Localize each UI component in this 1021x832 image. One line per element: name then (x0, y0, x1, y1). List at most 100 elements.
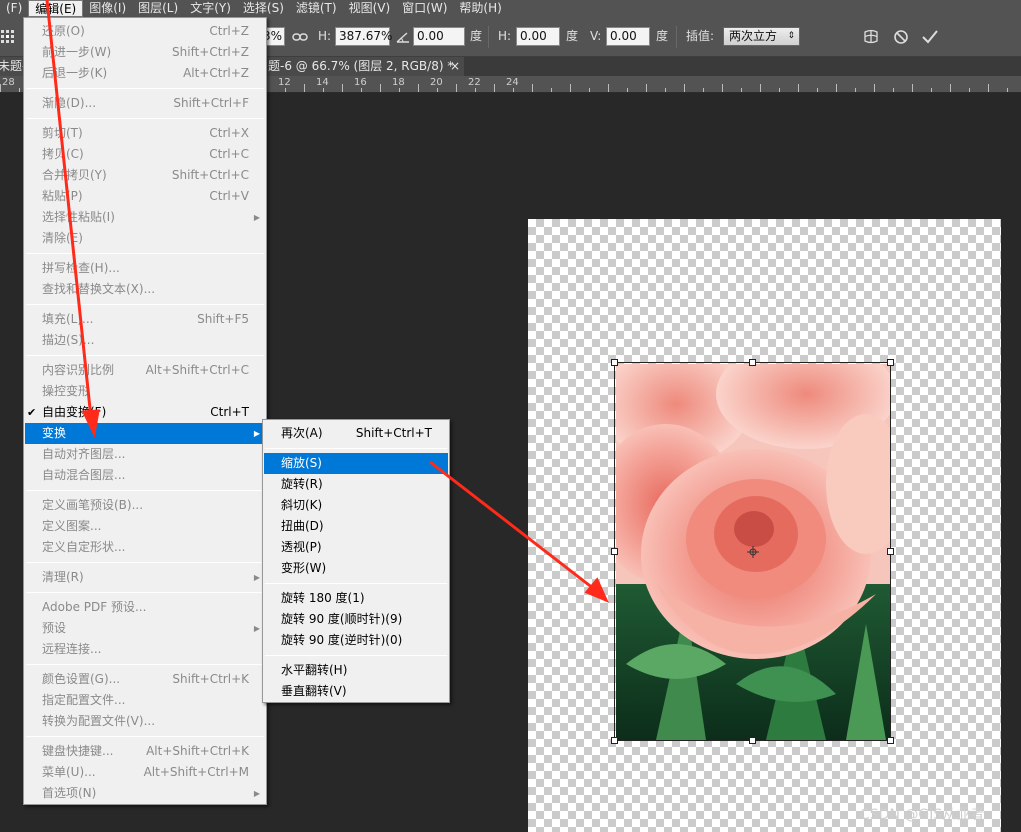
menu-item[interactable]: 旋转 90 度(顺时针)(9) (264, 609, 448, 630)
menu-5[interactable]: 选择(S) (237, 0, 290, 17)
menu-1[interactable]: 编辑(E) (28, 0, 84, 17)
menu-item[interactable]: 旋转(R) (264, 474, 448, 495)
tab-close-icon[interactable]: × (450, 57, 460, 76)
menu-bar: (F) 编辑(E) 图像(I) 图层(L) 文字(Y) 选择(S) 滤镜(T) 视图(V) 窗口… (0, 0, 1021, 17)
menu-7[interactable]: 视图(V) (343, 0, 397, 17)
tab-title: 题-6 @ 66.7% (图层 2, RGB/8) * (268, 59, 454, 73)
ruler-tick (399, 88, 400, 92)
menu-item[interactable]: 指定配置文件... (25, 690, 265, 711)
ruler-tick (19, 88, 20, 92)
menu-item[interactable]: Adobe PDF 预设... (25, 597, 265, 618)
ruler-tick (893, 88, 894, 92)
menu-6[interactable]: 滤镜(T) (290, 0, 343, 17)
cancel-icon[interactable] (893, 29, 909, 45)
chevron-updown-icon: ⇕ (787, 31, 795, 41)
transform-handle-right[interactable] (887, 548, 894, 555)
menu-item[interactable]: 首选项(N) ▶ (25, 783, 265, 804)
menu-item[interactable]: 选择性粘贴(I) ▶ (25, 207, 265, 228)
v-skew-unit: 度 (656, 29, 669, 43)
menu-item[interactable]: 描边(S)... (25, 330, 265, 351)
transform-handle-left[interactable] (611, 548, 618, 555)
menu-item[interactable]: 内容识别比例 Alt+Shift+Ctrl+C (25, 360, 265, 381)
menu-item-shortcut: Shift+Ctrl+K (172, 672, 249, 686)
menu-item[interactable]: 还原(O) Ctrl+Z (25, 21, 265, 42)
menu-9[interactable]: 帮助(H) (453, 0, 507, 17)
menu-item[interactable]: 旋转 180 度(1) (264, 588, 448, 609)
separator (488, 26, 489, 48)
menu-2[interactable]: 图像(I) (83, 0, 132, 17)
ruler-tick-label: 16 (354, 77, 367, 88)
menu-separator (26, 88, 264, 89)
menu-item[interactable]: 变换 ▶ (25, 423, 265, 444)
link-icon[interactable] (292, 30, 308, 44)
ruler-tick (285, 88, 286, 92)
menu-item[interactable]: 水平翻转(H) (264, 660, 448, 681)
h-skew-field[interactable]: 0.00 (516, 27, 560, 46)
menu-item[interactable]: 粘贴(P) Ctrl+V (25, 186, 265, 207)
transform-handle-bottom-right[interactable] (887, 737, 894, 744)
menu-item-label: 自动混合图层... (42, 468, 126, 482)
reference-point-icon[interactable] (0, 29, 16, 45)
menu-item[interactable]: 拼写检查(H)... (25, 258, 265, 279)
menu-3[interactable]: 图层(L) (132, 0, 184, 17)
menu-item[interactable]: 渐隐(D)... Shift+Ctrl+F (25, 93, 265, 114)
menu-item[interactable]: 斜切(K) (264, 495, 448, 516)
v-skew-field[interactable]: 0.00 (606, 27, 650, 46)
menu-separator (26, 118, 264, 119)
menu-8[interactable]: 窗口(W) (396, 0, 453, 17)
height-field[interactable]: 387.67% (335, 27, 392, 46)
menu-item-label: 前进一步(W) (42, 45, 112, 59)
menu-0[interactable]: (F) (0, 0, 28, 17)
transform-handle-bottom-left[interactable] (611, 737, 618, 744)
menu-item[interactable]: 缩放(S) (264, 453, 448, 474)
menu-item[interactable]: 变形(W) (264, 558, 448, 579)
angle-field[interactable]: 0.00 (413, 27, 465, 46)
menu-item[interactable]: 再次(A) Shift+Ctrl+T (264, 423, 448, 444)
menu-item-label: 远程连接... (42, 642, 102, 656)
menu-item[interactable]: 菜单(U)... Alt+Shift+Ctrl+M (25, 762, 265, 783)
menu-item[interactable]: 定义画笔预设(B)... (25, 495, 265, 516)
menu-4[interactable]: 文字(Y) (184, 0, 237, 17)
menu-item[interactable]: 自动混合图层... (25, 465, 265, 486)
menu-item[interactable]: 操控变形 (25, 381, 265, 402)
menu-item-label: 粘贴(P) (42, 189, 83, 203)
transform-center-icon[interactable] (747, 546, 759, 558)
menu-item[interactable]: 键盘快捷键... Alt+Shift+Ctrl+K (25, 741, 265, 762)
menu-item-shortcut: Ctrl+V (209, 189, 249, 203)
menu-item[interactable]: 清理(R) ▶ (25, 567, 265, 588)
menu-item[interactable]: 转换为配置文件(V)... (25, 711, 265, 732)
ruler-tick (703, 88, 704, 92)
menu-item[interactable]: 扭曲(D) (264, 516, 448, 537)
menu-item[interactable]: 清除(E) (25, 228, 265, 249)
menu-item[interactable]: 自动对齐图层... (25, 444, 265, 465)
transform-handle-bottom[interactable] (749, 737, 756, 744)
menu-item[interactable]: 旋转 90 度(逆时针)(0) (264, 630, 448, 651)
ruler-tick (950, 84, 951, 92)
menu-item[interactable]: 合并拷贝(Y) Shift+Ctrl+C (25, 165, 265, 186)
watermark: CSDN @GIS从业者 (860, 807, 985, 823)
menu-item[interactable]: 透视(P) (264, 537, 448, 558)
menu-item[interactable]: 填充(L)... Shift+F5 (25, 309, 265, 330)
menu-item[interactable]: 预设 ▶ (25, 618, 265, 639)
menu-item[interactable]: 定义图案... (25, 516, 265, 537)
menu-item[interactable]: 剪切(T) Ctrl+X (25, 123, 265, 144)
menu-item-label: 变换 (42, 426, 67, 440)
ruler-tick (342, 84, 343, 92)
menu-item[interactable]: 垂直翻转(V) (264, 681, 448, 702)
menu-item[interactable]: 远程连接... (25, 639, 265, 660)
transform-handle-top[interactable] (749, 359, 756, 366)
transform-handle-top-left[interactable] (611, 359, 618, 366)
commit-icon[interactable] (921, 29, 939, 45)
check-icon: ✔ (27, 406, 37, 419)
transform-handle-top-right[interactable] (887, 359, 894, 366)
menu-separator (26, 562, 264, 563)
menu-item[interactable]: 颜色设置(G)... Shift+Ctrl+K (25, 669, 265, 690)
menu-item[interactable]: 定义自定形状... (25, 537, 265, 558)
interpolation-select[interactable]: 两次立方 ⇕ (723, 27, 800, 46)
menu-item[interactable]: 后退一步(K) Alt+Ctrl+Z (25, 63, 265, 84)
menu-item[interactable]: 拷贝(C) Ctrl+C (25, 144, 265, 165)
menu-item[interactable]: 前进一步(W) Shift+Ctrl+Z (25, 42, 265, 63)
menu-item[interactable]: ✔ 自由变换(F) Ctrl+T (25, 402, 265, 423)
warp-icon[interactable] (862, 28, 880, 46)
menu-item[interactable]: 查找和替换文本(X)... (25, 279, 265, 300)
